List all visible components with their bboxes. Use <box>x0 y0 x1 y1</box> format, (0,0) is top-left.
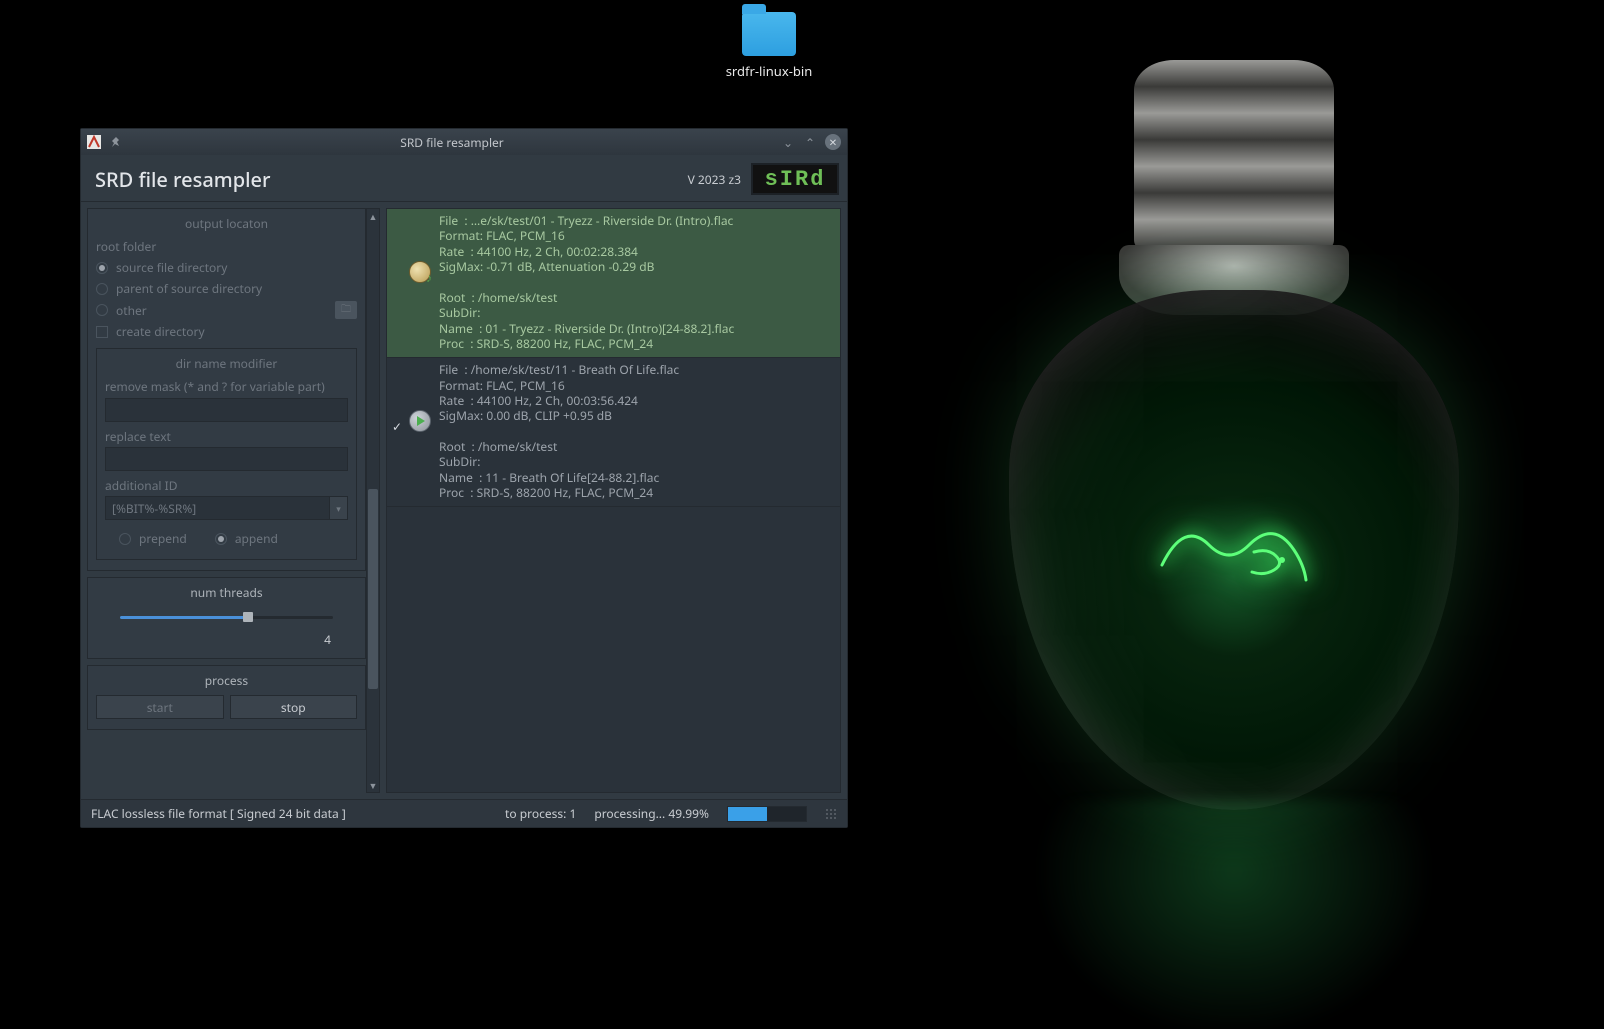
remove-mask-label: remove mask (* and ? for variable part) <box>105 378 348 395</box>
process-group: process start stop <box>87 665 366 730</box>
file-list[interactable]: File : …e/sk/test/01 - Tryezz - Riversid… <box>386 208 841 793</box>
file-entry[interactable]: ✓ File : /home/sk/test/11 - Breath Of Li… <box>387 358 840 507</box>
replace-text-label: replace text <box>105 428 348 445</box>
settings-panel: output locaton root folder source file d… <box>87 208 366 793</box>
radio-icon <box>215 533 227 545</box>
opt-other-row[interactable]: other 🗀 <box>96 299 357 321</box>
to-process-label: to process: 1 <box>505 805 576 822</box>
file-entry[interactable]: File : …e/sk/test/01 - Tryezz - Riversid… <box>387 209 840 358</box>
music-file-icon <box>409 213 433 351</box>
chevron-down-icon[interactable]: ▾ <box>330 496 348 520</box>
resize-grip-icon[interactable] <box>825 808 837 820</box>
format-info: FLAC lossless file format [ Signed 24 bi… <box>91 805 346 822</box>
settings-scrollbar[interactable]: ▲ ▼ <box>366 208 380 793</box>
dir-name-modifier-group: dir name modifier remove mask (* and ? f… <box>96 348 357 560</box>
radio-icon <box>96 304 108 316</box>
app-window: SRD file resampler ⌄ ⌃ ✕ SRD file resamp… <box>80 128 848 828</box>
titlebar[interactable]: SRD file resampler ⌄ ⌃ ✕ <box>81 129 847 155</box>
start-button[interactable]: start <box>96 695 224 719</box>
entry-text: File : /home/sk/test/11 - Breath Of Life… <box>439 362 679 500</box>
scroll-down-icon[interactable]: ▼ <box>367 778 379 792</box>
opt-source-row[interactable]: source file directory <box>96 257 357 278</box>
additional-id-label: additional ID <box>105 477 348 494</box>
threads-value: 4 <box>96 631 357 648</box>
logo: sIRd <box>751 163 839 195</box>
app-icon <box>87 135 101 149</box>
version-label: V 2023 z3 <box>688 171 741 188</box>
opt-parent-row[interactable]: parent of source directory <box>96 278 357 299</box>
checkbox-icon <box>96 326 108 338</box>
prepend-option[interactable]: prepend <box>119 528 187 549</box>
radio-icon <box>96 283 108 295</box>
remove-mask-input[interactable] <box>105 398 348 422</box>
play-icon <box>409 362 433 500</box>
folder-icon <box>742 12 796 56</box>
scroll-thumb[interactable] <box>368 489 378 689</box>
radio-icon <box>96 262 108 274</box>
stop-button[interactable]: stop <box>230 695 358 719</box>
output-location-group: output locaton root folder source file d… <box>87 208 366 571</box>
status-bar: FLAC lossless file format [ Signed 24 bi… <box>81 799 847 827</box>
scroll-up-icon[interactable]: ▲ <box>367 209 379 223</box>
app-header: SRD file resampler V 2023 z3 sIRd <box>81 155 847 202</box>
additional-id-input[interactable] <box>105 496 330 520</box>
threads-slider[interactable] <box>120 607 333 627</box>
maximize-icon[interactable]: ⌃ <box>803 135 817 149</box>
close-icon[interactable]: ✕ <box>825 134 841 150</box>
minimize-icon[interactable]: ⌄ <box>781 135 795 149</box>
entry-mark: ✓ <box>391 362 403 500</box>
progress-bar <box>727 806 807 822</box>
replace-text-input[interactable] <box>105 447 348 471</box>
wallpaper-bulb <box>974 40 1494 990</box>
create-dir-row[interactable]: create directory <box>96 321 357 342</box>
browse-folder-icon[interactable]: 🗀 <box>335 301 357 319</box>
threads-heading: num threads <box>96 584 357 601</box>
output-location-heading: output locaton <box>96 215 357 232</box>
desktop-folder-label: srdfr-linux-bin <box>714 62 824 80</box>
entry-mark <box>391 213 403 351</box>
dir-modifier-heading: dir name modifier <box>105 355 348 372</box>
entry-text: File : …e/sk/test/01 - Tryezz - Riversid… <box>439 213 734 351</box>
app-title: SRD file resampler <box>95 166 270 193</box>
processing-label: processing... 49.99% <box>594 805 709 822</box>
pin-icon[interactable] <box>109 135 123 149</box>
threads-group: num threads 4 <box>87 577 366 659</box>
window-title: SRD file resampler <box>131 134 773 151</box>
radio-icon <box>119 533 131 545</box>
desktop-folder[interactable]: srdfr-linux-bin <box>714 12 824 80</box>
process-heading: process <box>96 672 357 689</box>
root-folder-label: root folder <box>96 238 357 255</box>
append-option[interactable]: append <box>215 528 278 549</box>
